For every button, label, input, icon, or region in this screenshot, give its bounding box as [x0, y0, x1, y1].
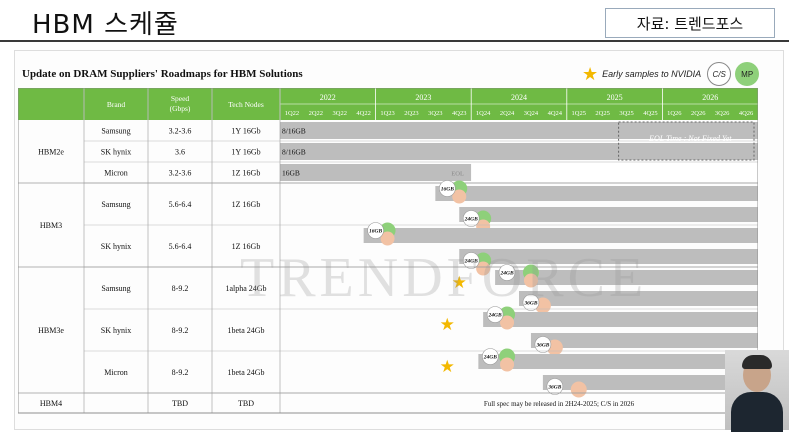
- node-cell: 1Y 16Gb: [231, 127, 260, 136]
- capacity-label: 36GB: [547, 385, 561, 391]
- capacity-label: 16GB: [369, 229, 382, 235]
- node-cell: 1beta 24Gb: [227, 368, 264, 377]
- speed-cell: 8-9.2: [172, 326, 189, 335]
- header-cell: (Gbps): [170, 104, 191, 113]
- quarter-label: 1Q24: [476, 110, 491, 117]
- timeline-bar: [478, 354, 758, 369]
- cs-marker: [570, 381, 587, 398]
- presenter-hair: [742, 355, 772, 369]
- watermark: TRENDFORCE: [240, 247, 648, 309]
- quarter-label: 3Q25: [619, 110, 633, 117]
- quarter-label: 3Q26: [715, 110, 730, 117]
- cs-marker: [500, 357, 515, 372]
- capacity-label: 24GB: [464, 217, 478, 223]
- quarter-label: 1Q25: [572, 110, 586, 117]
- legend: ★ Early samples to NVIDIA C/S MP: [582, 62, 760, 86]
- slide-title: HBM 스케쥴: [32, 10, 179, 40]
- quarter-label: 1Q22: [285, 110, 299, 117]
- quarter-label: 4Q25: [643, 110, 657, 117]
- quarter-label: 3Q23: [428, 110, 442, 117]
- node-cell: TBD: [238, 399, 254, 408]
- quarter-label: 4Q22: [356, 110, 370, 117]
- title-rule: [0, 40, 789, 42]
- brand-cell: Samsung: [101, 127, 130, 136]
- node-cell: 1Z 16Gb: [232, 200, 261, 209]
- year-label: 2024: [511, 93, 527, 102]
- capacity-label: 24GB: [483, 355, 497, 361]
- eol-note: EOL Time : Not Fixed Yet: [648, 134, 732, 143]
- year-label: 2026: [702, 93, 718, 102]
- quarter-label: 4Q26: [739, 110, 754, 117]
- bar-label: 8/16GB: [282, 127, 306, 136]
- speed-cell: TBD: [172, 399, 188, 408]
- quarter-label: 2Q24: [500, 110, 515, 117]
- speed-cell: 5.6-6.4: [169, 200, 192, 209]
- quarter-label: 2Q22: [309, 110, 323, 117]
- quarter-label: 3Q22: [333, 110, 347, 117]
- presenter-body: [731, 392, 783, 432]
- eol-blank: [471, 163, 758, 182]
- legend-star-text: Early samples to NVIDIA: [602, 69, 702, 79]
- year-label: 2022: [320, 93, 336, 102]
- group-label: HBM2e: [38, 148, 64, 157]
- brand-cell: Micron: [104, 169, 128, 178]
- speed-cell: 8-9.2: [172, 284, 189, 293]
- year-label: 2025: [607, 93, 623, 102]
- timeline-bar: [483, 312, 758, 327]
- group-label: HBM3: [40, 221, 62, 230]
- speed-cell: 3.2-3.6: [169, 127, 192, 136]
- speed-cell: 5.6-6.4: [169, 242, 192, 251]
- star-icon: ★: [440, 357, 455, 376]
- quarter-label: 3Q24: [524, 110, 539, 117]
- brand-cell: SK hynix: [101, 148, 131, 157]
- group-label: HBM4: [40, 399, 62, 408]
- bar-label: 8/16GB: [282, 148, 306, 157]
- year-label: 2023: [415, 93, 431, 102]
- quarter-label: 2Q23: [404, 110, 418, 117]
- star-icon: ★: [440, 315, 455, 334]
- bar-label: 16GB: [282, 169, 300, 178]
- quarter-label: 1Q26: [667, 110, 682, 117]
- brand-cell: Samsung: [101, 200, 130, 209]
- quarter-label: 4Q23: [452, 110, 466, 117]
- brand-cell: Micron: [104, 368, 128, 377]
- quarter-label: 4Q24: [548, 110, 563, 117]
- group-label: HBM3e: [38, 326, 64, 335]
- timeline-bar: [435, 186, 758, 201]
- source-label: 자료: 트렌드포스: [605, 8, 775, 38]
- timeline-bar: [363, 228, 758, 243]
- brand-cell: Samsung: [101, 284, 130, 293]
- timeline-bar: [280, 164, 472, 181]
- node-cell: 1beta 24Gb: [227, 326, 264, 335]
- capacity-label: 24GB: [488, 313, 502, 319]
- quarter-label: 2Q25: [595, 110, 609, 117]
- speed-cell: 3.6: [175, 148, 185, 157]
- legend-mp-badge: MP: [735, 62, 760, 86]
- timeline-bar: [459, 207, 758, 222]
- speed-cell: 8-9.2: [172, 368, 189, 377]
- capacity-label: 16GB: [441, 187, 454, 193]
- legend-cs-badge: C/S: [707, 62, 732, 86]
- timeline-bar: [280, 143, 758, 160]
- hbm4-note: Full spec may be released in 2H24-2025; …: [484, 400, 635, 408]
- node-cell: 1Y 16Gb: [231, 148, 260, 157]
- timeline-bar: [530, 333, 758, 348]
- capacity-label: 36GB: [535, 343, 549, 349]
- quarter-label: 1Q23: [380, 110, 394, 117]
- speed-cell: 3.2-3.6: [169, 169, 192, 178]
- eol-label: EOL: [451, 171, 464, 178]
- header-cell: Speed: [171, 94, 190, 103]
- star-icon: ★: [582, 63, 599, 84]
- header-cell: Tech Nodes: [228, 100, 264, 109]
- webcam-overlay: [725, 350, 789, 432]
- node-cell: 1Z 16Gb: [232, 169, 261, 178]
- brand-cell: SK hynix: [101, 242, 131, 251]
- quarter-label: 2Q26: [691, 110, 706, 117]
- chart-title: Update on DRAM Suppliers' Roadmaps for H…: [22, 68, 303, 80]
- brand-cell: SK hynix: [101, 326, 131, 335]
- header-cell: Brand: [107, 100, 126, 109]
